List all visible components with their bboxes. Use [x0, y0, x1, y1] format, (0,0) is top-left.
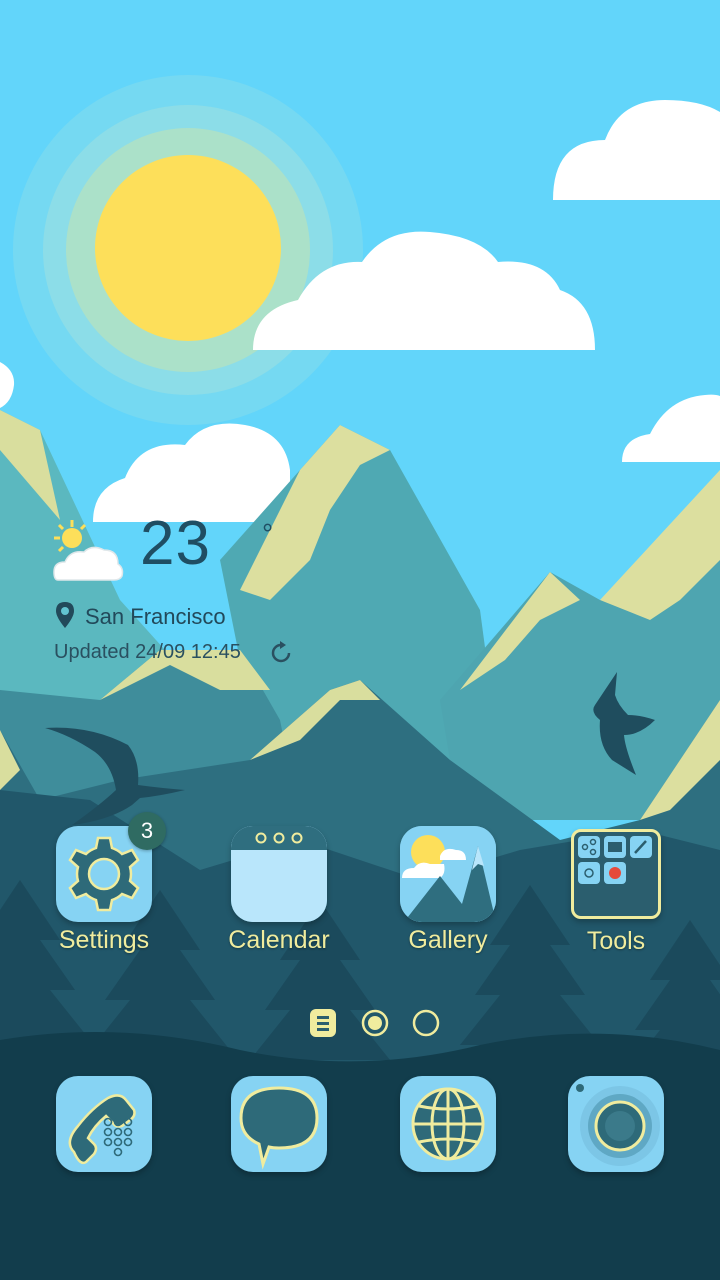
folder-icon	[578, 836, 652, 884]
dock-browser[interactable]	[383, 1076, 513, 1172]
app-label: Settings	[58, 926, 150, 954]
temperature: 23	[140, 509, 211, 578]
last-updated: Updated 24/09 12:45	[54, 641, 241, 663]
dock-messages[interactable]	[214, 1076, 344, 1172]
app-label: Tools	[586, 927, 646, 955]
weather-widget[interactable]: 23 ° San Francisco Updated 24/09 12:45	[50, 509, 370, 680]
dock-camera[interactable]	[551, 1076, 681, 1172]
sun-illustration	[13, 75, 363, 425]
message-bubble-icon	[239, 1086, 319, 1170]
app-calendar[interactable]: Calendar	[214, 826, 344, 955]
phone-dialer-icon	[68, 1094, 136, 1165]
app-label: Gallery	[408, 926, 488, 954]
notification-badge: 3	[128, 812, 166, 850]
partly-cloudy-icon	[53, 520, 124, 581]
refresh-icon[interactable]	[268, 640, 294, 666]
app-folder-tools[interactable]: Tools	[551, 826, 681, 956]
app-gallery[interactable]: Gallery	[383, 826, 513, 955]
camera-lens-icon	[576, 1084, 660, 1166]
page-dot-active[interactable]	[361, 1009, 389, 1037]
city-name: San Francisco	[85, 604, 226, 629]
location-pin-icon	[56, 602, 74, 628]
mountain-photo-icon	[400, 826, 496, 922]
app-settings[interactable]: 3 Settings	[39, 812, 169, 955]
apps-list-icon[interactable]	[310, 1009, 336, 1037]
dock-phone[interactable]	[39, 1076, 169, 1172]
page-indicator[interactable]	[306, 1005, 446, 1041]
app-label: Calendar	[228, 926, 330, 954]
page-dot[interactable]	[412, 1009, 440, 1037]
degree-symbol: °	[262, 518, 274, 549]
calendar-icon	[231, 826, 327, 922]
globe-browser-icon	[411, 1087, 485, 1161]
